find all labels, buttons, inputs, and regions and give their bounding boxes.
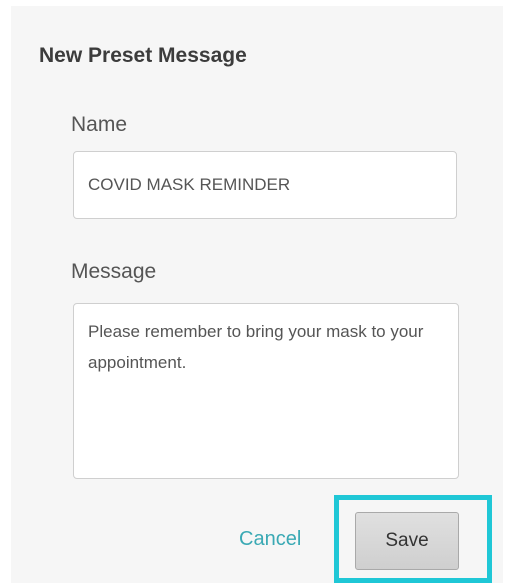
name-label: Name bbox=[71, 113, 128, 136]
cancel-link[interactable]: Cancel bbox=[239, 528, 301, 551]
dialog-title: New Preset Message bbox=[39, 44, 247, 67]
save-button[interactable]: Save bbox=[355, 512, 459, 570]
message-textarea[interactable]: Please remember to bring your mask to yo… bbox=[73, 303, 459, 479]
message-label: Message bbox=[71, 260, 157, 283]
name-input[interactable] bbox=[73, 151, 457, 219]
preset-message-panel: New Preset Message Name Message Please r… bbox=[11, 6, 503, 583]
